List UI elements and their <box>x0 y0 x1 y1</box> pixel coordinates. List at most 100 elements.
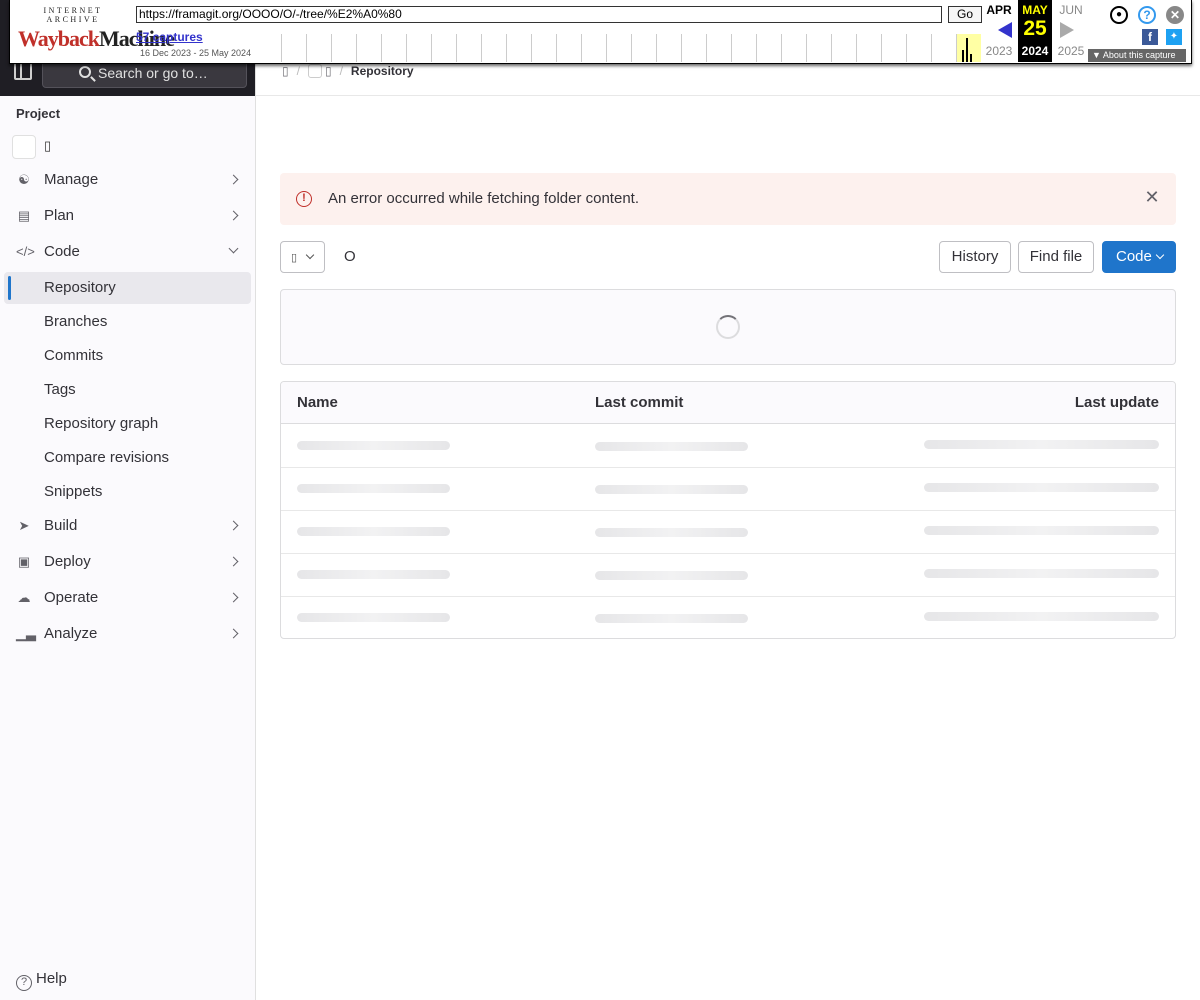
search-icon <box>79 66 91 78</box>
branch-selector[interactable]: ▯ <box>280 241 325 273</box>
skeleton-loader <box>595 442 748 451</box>
breadcrumb-separator: / <box>296 64 300 78</box>
skeleton-loader <box>924 526 1159 535</box>
chevron-right-icon <box>228 592 239 603</box>
breadcrumb-project[interactable]: ▯ <box>325 64 332 78</box>
column-header-last-update: Last update <box>1074 394 1159 411</box>
about-capture-button[interactable]: ▼ About this capture <box>1088 49 1186 62</box>
twitter-icon[interactable]: ✦ <box>1166 29 1182 45</box>
breadcrumb: ▯ / ▯ / Repository <box>282 64 414 78</box>
wayback-url-input[interactable]: https://framagit.org/OOOO/O/-/tree/%E2%A… <box>136 6 942 23</box>
sidebar-item-label: Analyze <box>44 625 98 642</box>
chevron-down-icon <box>305 250 315 260</box>
project-name[interactable]: ▯ <box>44 138 51 154</box>
sparkline-divider <box>581 34 606 62</box>
alert-message: An error occurred while fetching folder … <box>328 190 639 207</box>
sparkline-divider <box>356 34 381 62</box>
sparkline-divider <box>781 34 806 62</box>
cur-day-label: 25 <box>1023 17 1047 40</box>
sidebar-item-label: Operate <box>44 589 99 606</box>
sidebar-item-analyze[interactable]: ▁▃ Analyze <box>4 618 251 650</box>
skeleton-loader <box>924 483 1159 492</box>
user-icon[interactable]: ● <box>1110 6 1128 24</box>
help-button[interactable]: ? Help <box>16 970 67 991</box>
repo-path[interactable]: O <box>344 241 356 273</box>
wayback-logo-main: WaybackMachine <box>18 26 175 52</box>
sparkline-divider <box>931 34 956 62</box>
prev-capture-arrow-icon[interactable] <box>998 22 1012 38</box>
sidebar-item-manage[interactable]: ☯ Manage <box>4 164 251 196</box>
sidebar-item-plan[interactable]: ▤ Plan <box>4 200 251 232</box>
wayback-toolbar: INTERNET ARCHIVE WaybackMachine https://… <box>9 0 1192 64</box>
sidebar-item-label: Manage <box>44 171 99 188</box>
cur-month-label: MAY <box>1022 3 1048 17</box>
sparkline-divider <box>381 34 406 62</box>
sparkline-divider <box>656 34 681 62</box>
close-icon[interactable]: ✕ <box>1166 6 1184 24</box>
sidebar-item-repository-graph[interactable]: Repository graph <box>4 408 251 440</box>
sidebar-item-label: Build <box>44 517 78 534</box>
sidebar-item-label: Deploy <box>44 553 91 570</box>
skeleton-loader <box>595 571 748 580</box>
sidebar-item-label: Snippets <box>44 483 103 500</box>
close-icon[interactable]: ✕ <box>1144 188 1160 206</box>
sidebar: Search or go to… Project ▯ ☯ Manage ▤ Pl… <box>0 0 256 1000</box>
sparkline-divider <box>681 34 706 62</box>
chevron-right-icon <box>228 174 239 185</box>
breadcrumb-current[interactable]: Repository <box>351 64 414 78</box>
wayback-captures-link[interactable]: 57 captures <box>136 30 203 44</box>
skeleton-loader <box>924 612 1159 621</box>
sparkline-divider <box>756 34 781 62</box>
sidebar-item-commits[interactable]: Commits <box>4 340 251 372</box>
wayback-next-month[interactable]: JUN 2025 <box>1054 0 1088 62</box>
wayback-current-capture: MAY 25 2024 <box>1018 0 1052 62</box>
section-label: Project <box>16 106 61 121</box>
find-file-button[interactable]: Find file <box>1018 241 1094 273</box>
sparkline-bar <box>970 54 972 62</box>
sidebar-item-build[interactable]: ➤ Build <box>4 510 251 542</box>
sidebar-toggle-icon[interactable] <box>14 62 32 80</box>
sparkline-divider <box>881 34 906 62</box>
breadcrumb-project-avatar[interactable] <box>307 64 322 78</box>
project-avatar[interactable] <box>12 135 36 159</box>
breadcrumb-separator: / <box>339 64 343 78</box>
code-button-label: Code <box>1116 248 1152 265</box>
sidebar-item-label: Repository graph <box>44 415 159 432</box>
breadcrumb-group-icon[interactable]: ▯ <box>282 64 289 78</box>
sparkline-divider <box>706 34 731 62</box>
sidebar-item-label: Commits <box>44 347 104 364</box>
deploy-icon: ▣ <box>17 554 31 569</box>
sidebar-item-deploy[interactable]: ▣ Deploy <box>4 546 251 578</box>
skeleton-loader <box>297 527 450 536</box>
help-icon[interactable]: ? <box>1138 6 1156 24</box>
wayback-capture-range: 16 Dec 2023 - 25 May 2024 <box>140 48 252 58</box>
skeleton-loader <box>297 570 450 579</box>
sidebar-item-repository[interactable]: Repository <box>4 272 251 304</box>
sparkline-bar <box>962 50 964 62</box>
wayback-logo[interactable]: INTERNET ARCHIVE WaybackMachine <box>18 6 175 56</box>
sidebar-item-snippets[interactable]: Snippets <box>4 476 251 508</box>
skeleton-loader <box>297 613 450 622</box>
history-button[interactable]: History <box>939 241 1011 273</box>
facebook-icon[interactable]: f <box>1142 29 1158 45</box>
sidebar-item-compare-revisions[interactable]: Compare revisions <box>4 442 251 474</box>
sparkline-divider <box>806 34 831 62</box>
code-dropdown-button[interactable]: Code <box>1102 241 1176 273</box>
wayback-sparkline[interactable] <box>256 34 981 62</box>
table-row <box>281 468 1175 511</box>
sidebar-item-label: Branches <box>44 313 108 330</box>
wayback-go-button[interactable]: Go <box>948 6 982 23</box>
sidebar-item-operate[interactable]: ☁ Operate <box>4 582 251 614</box>
sidebar-item-code[interactable]: </> Code <box>4 236 251 268</box>
sparkline-divider <box>956 34 981 62</box>
sidebar-item-tags[interactable]: Tags <box>4 374 251 406</box>
chevron-down-icon <box>1155 250 1165 260</box>
sidebar-item-branches[interactable]: Branches <box>4 306 251 338</box>
chart-icon: ▁▃ <box>16 626 36 641</box>
loading-spinner-icon <box>716 315 740 339</box>
sparkline-divider <box>531 34 556 62</box>
sparkline-divider <box>731 34 756 62</box>
column-header-name: Name <box>297 394 338 411</box>
chevron-down-icon <box>228 243 239 254</box>
sidebar-item-label: Compare revisions <box>44 449 170 466</box>
